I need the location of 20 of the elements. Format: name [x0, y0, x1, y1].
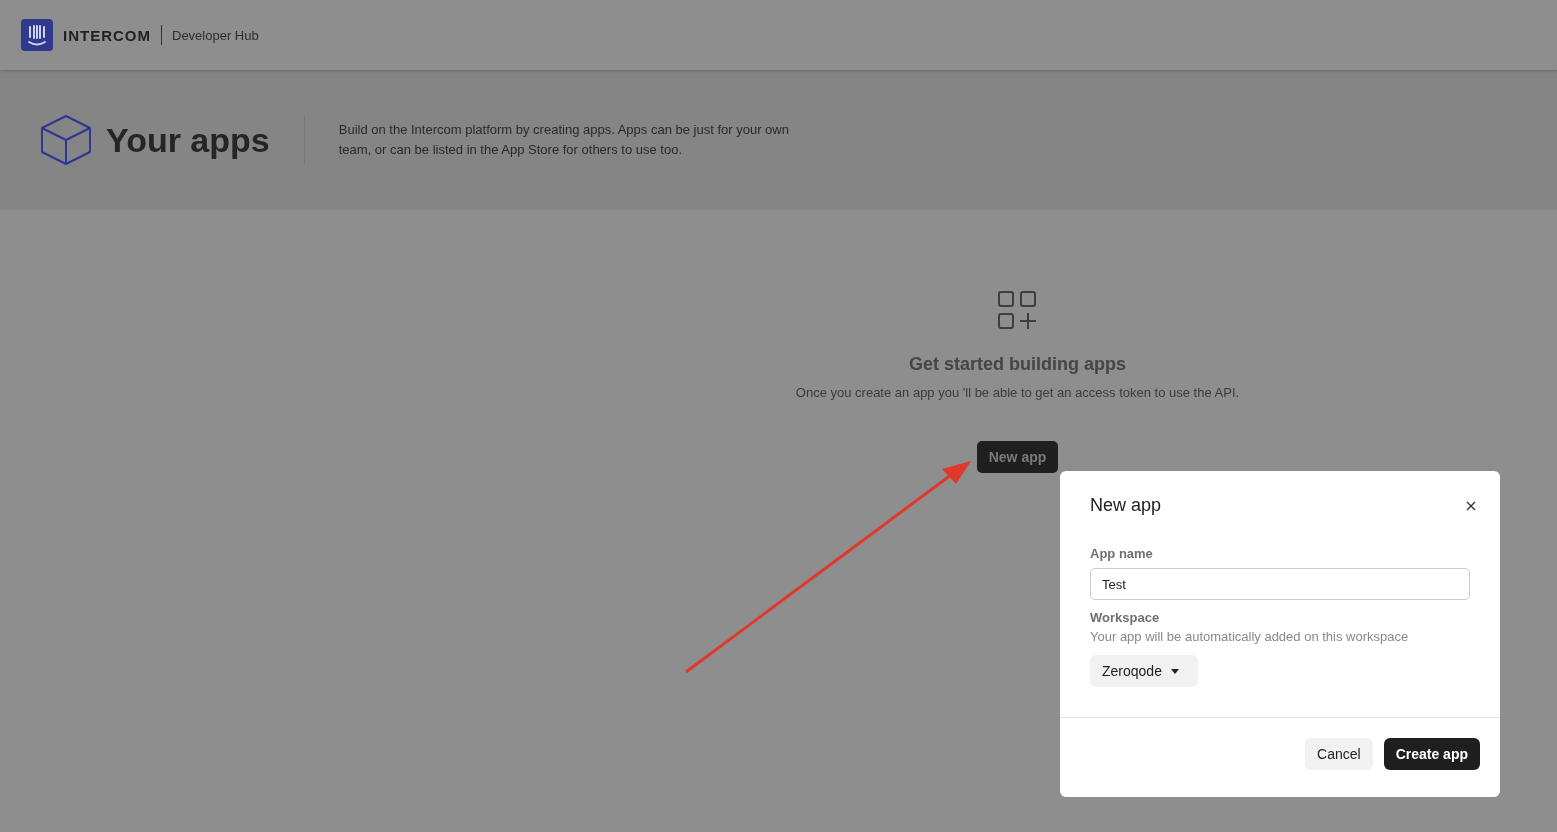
caret-icon	[1170, 668, 1179, 674]
cancel-button[interactable]: Cancel	[1305, 738, 1373, 770]
intercom-logo-icon[interactable]	[21, 19, 53, 51]
new-app-button[interactable]: New app	[976, 441, 1059, 473]
add-apps-icon	[997, 290, 1038, 330]
close-icon[interactable]	[1466, 500, 1476, 511]
page-description: Build on the Intercom platform by creating apps. Apps can be just for your own team, or can be listed in the App Store for others to use too.	[338, 121, 790, 159]
brand-name: INTERCOM	[63, 26, 151, 44]
create-app-button[interactable]: Create app	[1383, 738, 1480, 770]
empty-state-message: Once you create an app you 'll be able to get an access token to use the API.	[795, 385, 1240, 400]
workspace-dropdown[interactable]: Zeroqode	[1090, 655, 1198, 687]
cube-icon	[40, 114, 92, 166]
app-name-field[interactable]: Test	[1090, 568, 1470, 600]
section-title: Developer Hub	[172, 27, 259, 43]
field-label: App name	[1090, 546, 1153, 561]
dialog-title: New app	[1090, 495, 1162, 516]
field-label: Workspace	[1090, 610, 1160, 625]
empty-state-heading: Get started building apps	[908, 354, 1126, 375]
field-help: Your app will be automatically added on this workspace	[1090, 629, 1409, 644]
page-title: Your apps	[106, 120, 270, 160]
